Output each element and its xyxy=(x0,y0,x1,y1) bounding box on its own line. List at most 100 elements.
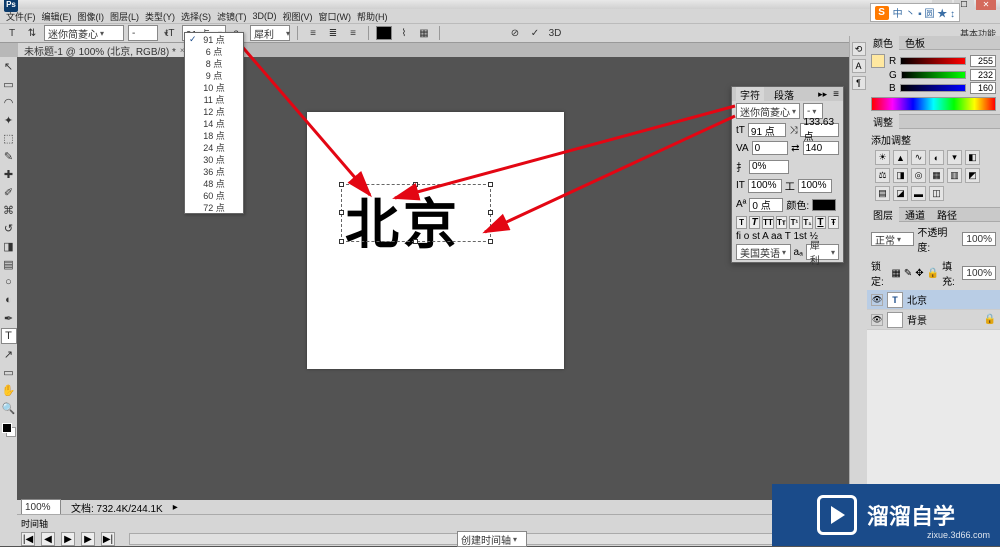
align-right-icon[interactable]: ≡ xyxy=(345,25,361,41)
superscript[interactable]: T¹ xyxy=(789,216,800,229)
gradient-tool-icon[interactable]: ▤ xyxy=(1,256,17,272)
r-value[interactable]: 255 xyxy=(970,55,996,67)
tab-paths[interactable]: 路径 xyxy=(931,207,963,222)
prev-frame-icon[interactable]: ◀ xyxy=(41,532,55,546)
font-size-dropdown[interactable]: 91 点 6 点 8 点 9 点 10 点 11 点 12 点 14 点 18 … xyxy=(184,32,244,214)
lock-trans-icon[interactable]: ▦ xyxy=(891,268,900,279)
dropdown-item[interactable]: 12 点 xyxy=(185,105,243,117)
create-timeline-button[interactable]: 创建时间轴▾ xyxy=(457,531,527,547)
adj-levels-icon[interactable]: ▲ xyxy=(893,150,908,165)
visibility-icon[interactable]: 👁 xyxy=(871,314,883,326)
char-size-input[interactable]: 91 点 xyxy=(748,123,787,137)
dropdown-item[interactable]: 11 点 xyxy=(185,93,243,105)
allcaps[interactable]: TT xyxy=(762,216,774,229)
char-aa-combo[interactable]: 犀利▾ xyxy=(806,244,839,260)
adj-thresh-icon[interactable]: ◪ xyxy=(893,186,908,201)
text-tool-icon[interactable]: T xyxy=(1,328,17,344)
layer-row[interactable]: 👁 T 北京 xyxy=(867,290,1000,310)
adj-photo-icon[interactable]: ◎ xyxy=(911,168,926,183)
menu-file[interactable]: 文件(F) xyxy=(6,10,36,23)
menu-edit[interactable]: 编辑(E) xyxy=(42,10,72,23)
tab-paragraph[interactable]: 段落 xyxy=(770,87,798,102)
dropdown-item[interactable]: 30 点 xyxy=(185,153,243,165)
orientation-icon[interactable]: ⇅ xyxy=(24,25,40,41)
doc-info-arrow[interactable]: ▸ xyxy=(173,502,178,513)
commit-icon[interactable]: ✓ xyxy=(527,25,543,41)
adj-poster-icon[interactable]: ▤ xyxy=(875,186,890,201)
dropdown-item[interactable]: 18 点 xyxy=(185,129,243,141)
aa-combo[interactable]: 犀利▾ xyxy=(250,25,290,41)
adj-hue-icon[interactable]: ◧ xyxy=(965,150,980,165)
strip-char-icon[interactable]: A xyxy=(852,59,866,73)
b-slider[interactable] xyxy=(900,84,966,92)
handle-n[interactable] xyxy=(413,182,418,187)
handle-sw[interactable] xyxy=(339,239,344,244)
menu-3d[interactable]: 3D(D) xyxy=(253,11,277,21)
adj-invert-icon[interactable]: ◩ xyxy=(965,168,980,183)
wand-tool-icon[interactable]: ✦ xyxy=(1,112,17,128)
layer-row[interactable]: 👁 背景 🔒 xyxy=(867,310,1000,330)
char-color-swatch[interactable] xyxy=(812,199,836,211)
strikethrough[interactable]: Ŧ xyxy=(828,216,839,229)
menu-select[interactable]: 选择(S) xyxy=(181,10,211,23)
blur-tool-icon[interactable]: ○ xyxy=(1,274,17,290)
menu-help[interactable]: 帮助(H) xyxy=(357,10,388,23)
last-frame-icon[interactable]: ▶| xyxy=(101,532,115,546)
next-frame-icon[interactable]: ▶ xyxy=(81,532,95,546)
font-family-combo[interactable]: 迷你简菱心▾ xyxy=(44,25,124,41)
dropdown-item[interactable]: 8 点 xyxy=(185,57,243,69)
tab-character[interactable]: 字符 xyxy=(736,87,764,102)
canvas[interactable]: 北京 xyxy=(307,112,564,369)
char-tracking-input[interactable]: 140 xyxy=(803,141,840,155)
collapse-icon[interactable]: ▸▸ xyxy=(818,89,827,100)
underline[interactable]: T xyxy=(815,216,826,229)
tab-channels[interactable]: 通道 xyxy=(899,207,931,222)
subscript[interactable]: T₁ xyxy=(802,216,813,229)
b-value[interactable]: 160 xyxy=(970,82,996,94)
align-center-icon[interactable]: ≣ xyxy=(325,25,341,41)
dropdown-item[interactable]: 6 点 xyxy=(185,45,243,57)
char-vscale-input[interactable]: 0% xyxy=(749,160,789,174)
handle-w[interactable] xyxy=(339,210,344,215)
adj-bw-icon[interactable]: ◨ xyxy=(893,168,908,183)
blend-mode-combo[interactable]: 正常▾ xyxy=(871,232,914,246)
char-hscale-input[interactable]: 100% xyxy=(748,179,782,193)
adj-bal-icon[interactable]: ⚖ xyxy=(875,168,890,183)
shape-tool-icon[interactable]: ▭ xyxy=(1,364,17,380)
timeline-track[interactable]: 创建时间轴▾ xyxy=(129,533,855,545)
strip-history-icon[interactable]: ⟲ xyxy=(852,42,866,56)
brush-tool-icon[interactable]: ✐ xyxy=(1,184,17,200)
close-button[interactable]: ✕ xyxy=(976,0,996,10)
menu-window[interactable]: 窗口(W) xyxy=(319,10,352,23)
adj-sel-icon[interactable]: ◫ xyxy=(929,186,944,201)
char-panel-icon[interactable]: ▦ xyxy=(416,25,432,41)
lasso-tool-icon[interactable]: ◠ xyxy=(1,94,17,110)
adj-grad-icon[interactable]: ▬ xyxy=(911,186,926,201)
character-panel[interactable]: 字符 段落 ▸▸ ≡ 迷你简菱心▾ -▾ tT 91 点 ⤨ 133.63 点 … xyxy=(731,86,844,263)
char-kerning-input[interactable]: 0 xyxy=(752,141,789,155)
faux-italic[interactable]: T xyxy=(749,216,760,229)
path-select-icon[interactable]: ↗ xyxy=(1,346,17,362)
adj-mixer-icon[interactable]: ▦ xyxy=(929,168,944,183)
char-font-combo[interactable]: 迷你简菱心▾ xyxy=(736,103,800,119)
dropdown-item[interactable]: 36 点 xyxy=(185,165,243,177)
dropdown-item[interactable]: 14 点 xyxy=(185,117,243,129)
stamp-tool-icon[interactable]: ⌘ xyxy=(1,202,17,218)
dropdown-item[interactable]: 48 点 xyxy=(185,177,243,189)
menu-layer[interactable]: 图层(L) xyxy=(110,10,139,23)
menu-filter[interactable]: 滤镜(T) xyxy=(217,10,247,23)
char-width-input[interactable]: 100% xyxy=(798,179,832,193)
adj-curves-icon[interactable]: ∿ xyxy=(911,150,926,165)
char-leading-input[interactable]: 133.63 点 xyxy=(800,123,839,137)
pen-tool-icon[interactable]: ✒ xyxy=(1,310,17,326)
cancel-icon[interactable]: ⊘ xyxy=(507,25,523,41)
color-swatch[interactable] xyxy=(2,423,16,437)
opacity-input[interactable]: 100% xyxy=(962,232,996,246)
handle-s[interactable] xyxy=(413,239,418,244)
menu-type[interactable]: 类型(Y) xyxy=(145,10,175,23)
lock-pos-icon[interactable]: ✥ xyxy=(915,268,923,279)
tab-layers[interactable]: 图层 xyxy=(867,207,899,222)
smallcaps[interactable]: Tᴛ xyxy=(776,216,787,229)
move-tool-icon[interactable]: ↖ xyxy=(1,58,17,74)
handle-ne[interactable] xyxy=(488,182,493,187)
